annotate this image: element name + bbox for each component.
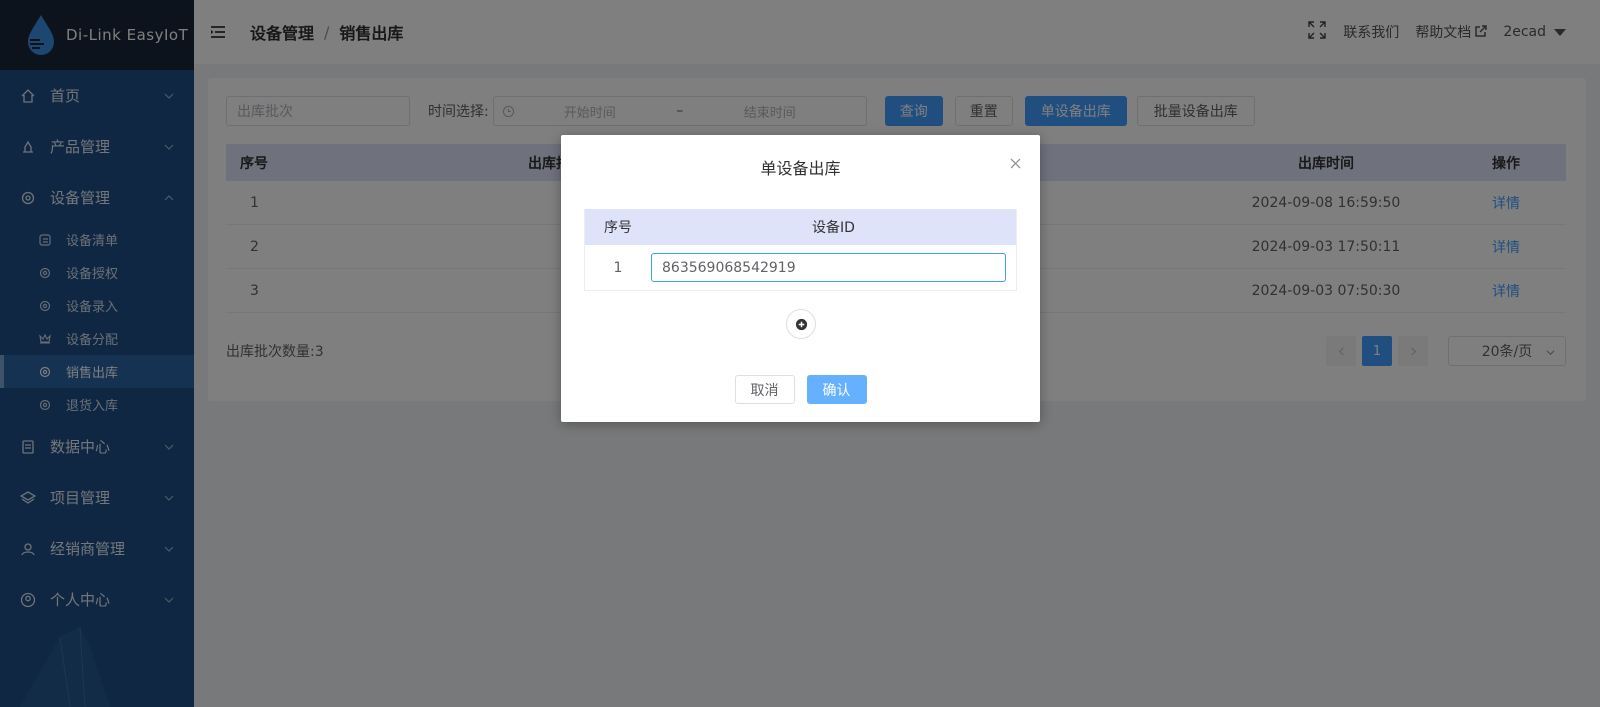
col-index: 序号: [604, 220, 632, 236]
device-table: 序号 设备ID 1 863569068542919: [584, 209, 1017, 291]
device-table-header: 序号 设备ID: [585, 209, 1016, 245]
col-device-id: 设备ID: [812, 220, 855, 236]
confirm-button[interactable]: 确认: [806, 375, 867, 404]
cell-index: 1: [613, 259, 623, 276]
device-row: 1 863569068542919: [585, 245, 1016, 290]
single-out-dialog: 单设备出库 序号 设备ID 1 863569068542919 取消 确认: [561, 135, 1040, 422]
dialog-title: 单设备出库: [760, 159, 841, 178]
add-row-button[interactable]: [786, 309, 816, 339]
cancel-button[interactable]: 取消: [734, 375, 795, 404]
plus-circle-icon: [795, 318, 807, 330]
dialog-footer: 取消 确认: [561, 375, 1040, 404]
close-icon[interactable]: [1009, 157, 1022, 170]
device-id-input[interactable]: 863569068542919: [651, 253, 1006, 282]
device-id-value: 863569068542919: [662, 259, 796, 276]
